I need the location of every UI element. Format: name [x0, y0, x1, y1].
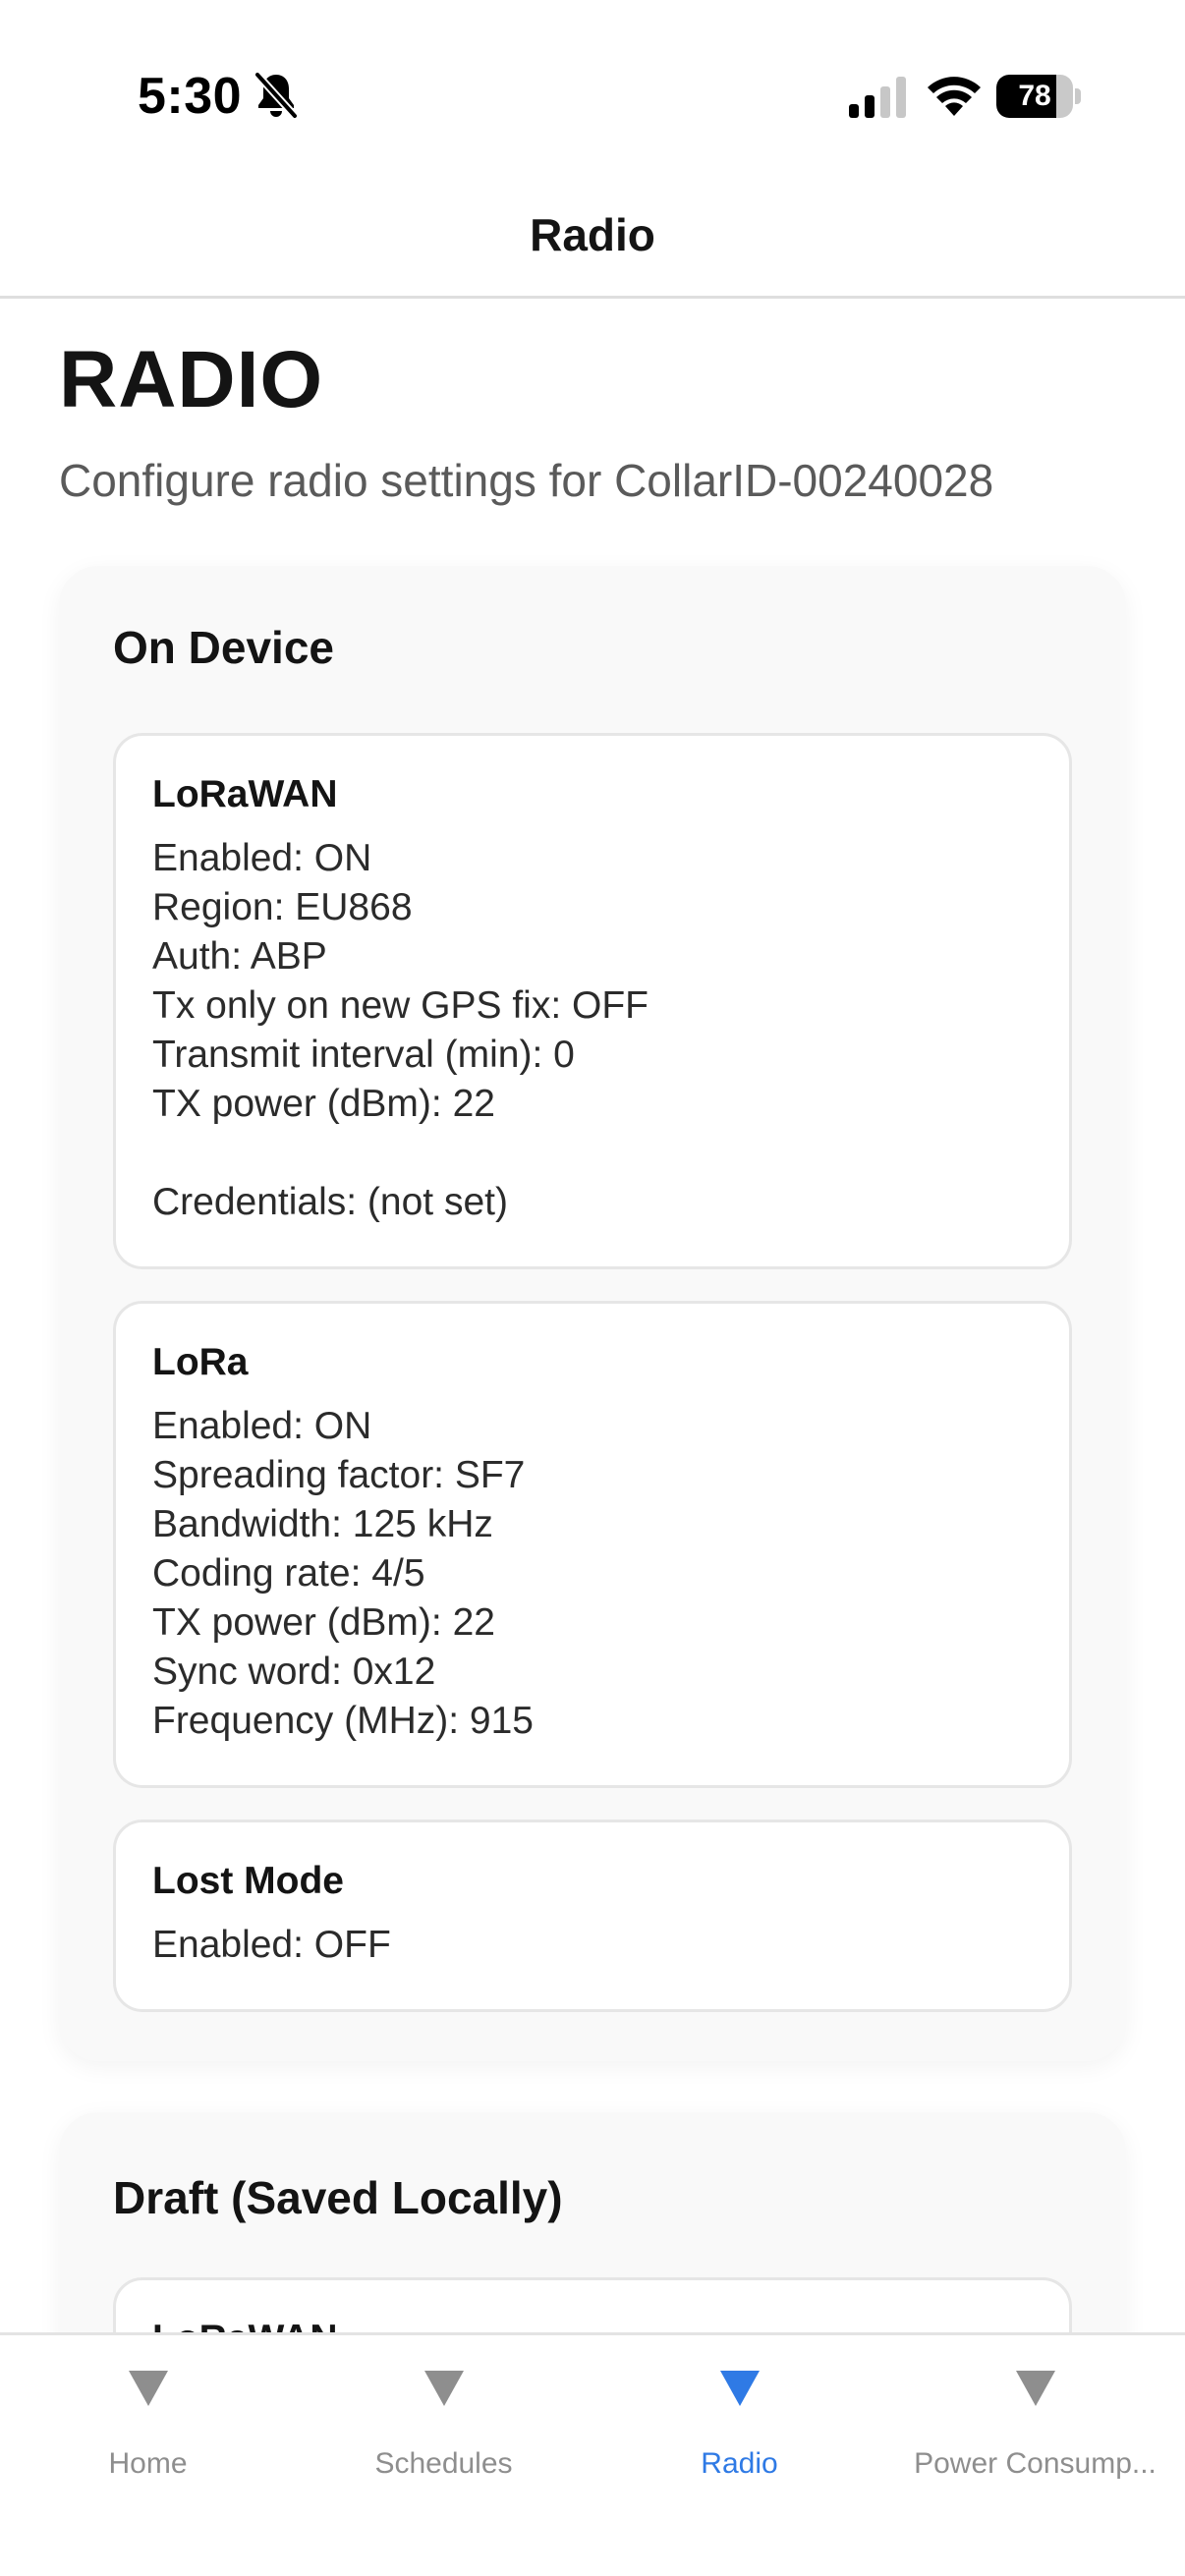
- lora-coding-rate: Coding rate: 4/5: [152, 1552, 425, 1595]
- lora-settings-list: Enabled: ON Spreading factor: SF7 Bandwi…: [152, 1402, 534, 1746]
- lost-mode-card-title: Lost Mode: [152, 1860, 344, 1902]
- status-bar: 5:30 78: [0, 0, 1185, 177]
- cellular-signal-icon: [849, 77, 906, 118]
- main-content[interactable]: RADIO Configure radio settings for Colla…: [0, 299, 1185, 2332]
- lorawan-auth: Auth: ABP: [152, 935, 327, 978]
- lorawan-transmit-interval: Transmit interval (min): 0: [152, 1034, 575, 1076]
- tab-bar: Home Schedules Radio Power Consump...: [0, 2332, 1185, 2576]
- lorawan-card: LoRaWAN Enabled: ON Region: EU868 Auth: …: [113, 733, 1072, 1269]
- tab-home[interactable]: Home: [0, 2335, 296, 2492]
- tab-schedules[interactable]: Schedules: [296, 2335, 592, 2492]
- lora-frequency: Frequency (MHz): 915: [152, 1700, 534, 1742]
- lorawan-region: Region: EU868: [152, 886, 413, 928]
- bell-slash-icon: [254, 71, 299, 120]
- battery-percent: 78: [1018, 80, 1051, 112]
- status-time: 5:30: [138, 68, 243, 125]
- on-device-section: On Device LoRaWAN Enabled: ON Region: EU…: [59, 566, 1126, 2061]
- lora-tx-power: TX power (dBm): 22: [152, 1601, 495, 1644]
- draft-lorawan-card-title: LoRaWAN: [152, 2318, 338, 2332]
- lorawan-enabled: Enabled: ON: [152, 837, 372, 879]
- lora-bandwidth: Bandwidth: 125 kHz: [152, 1503, 493, 1545]
- lora-spreading-factor: Spreading factor: SF7: [152, 1454, 526, 1496]
- page-title: RADIO: [59, 335, 324, 424]
- lost-mode-settings-list: Enabled: OFF: [152, 1921, 391, 1970]
- section-title-on-device: On Device: [113, 622, 334, 673]
- lorawan-tx-power: TX power (dBm): 22: [152, 1083, 495, 1125]
- lorawan-spacer: [152, 1129, 649, 1178]
- lora-sync-word: Sync word: 0x12: [152, 1651, 436, 1693]
- lost-mode-enabled: Enabled: OFF: [152, 1924, 391, 1966]
- tab-home-label: Home: [108, 2447, 188, 2480]
- lorawan-tx-on-gps-fix: Tx only on new GPS fix: OFF: [152, 984, 649, 1027]
- triangle-down-icon: [1015, 2371, 1055, 2406]
- draft-lorawan-card: LoRaWAN: [113, 2277, 1072, 2332]
- lost-mode-card: Lost Mode Enabled: OFF: [113, 1820, 1072, 2012]
- tab-power-consumption[interactable]: Power Consump...: [887, 2335, 1183, 2492]
- lora-card: LoRa Enabled: ON Spreading factor: SF7 B…: [113, 1301, 1072, 1788]
- lorawan-card-title: LoRaWAN: [152, 773, 338, 815]
- lorawan-settings-list: Enabled: ON Region: EU868 Auth: ABP Tx o…: [152, 834, 649, 1227]
- tab-schedules-label: Schedules: [374, 2447, 513, 2480]
- tab-radio[interactable]: Radio: [592, 2335, 887, 2492]
- lora-enabled: Enabled: ON: [152, 1405, 372, 1447]
- lora-card-title: LoRa: [152, 1341, 249, 1383]
- lorawan-credentials: Credentials: (not set): [152, 1181, 508, 1223]
- triangle-down-icon: [128, 2371, 168, 2406]
- wifi-icon: [928, 77, 981, 116]
- battery-indicator: 78: [996, 75, 1081, 118]
- tab-power-consumption-label: Power Consump...: [914, 2447, 1157, 2480]
- nav-title: Radio: [530, 209, 655, 260]
- section-title-draft: Draft (Saved Locally): [113, 2172, 563, 2223]
- tab-radio-label: Radio: [701, 2447, 778, 2480]
- page-subtitle: Configure radio settings for CollarID-00…: [59, 455, 994, 506]
- triangle-down-icon: [423, 2371, 464, 2406]
- nav-header: Radio: [0, 177, 1185, 299]
- triangle-down-icon: [719, 2371, 760, 2406]
- draft-section: Draft (Saved Locally) LoRaWAN: [59, 2112, 1126, 2332]
